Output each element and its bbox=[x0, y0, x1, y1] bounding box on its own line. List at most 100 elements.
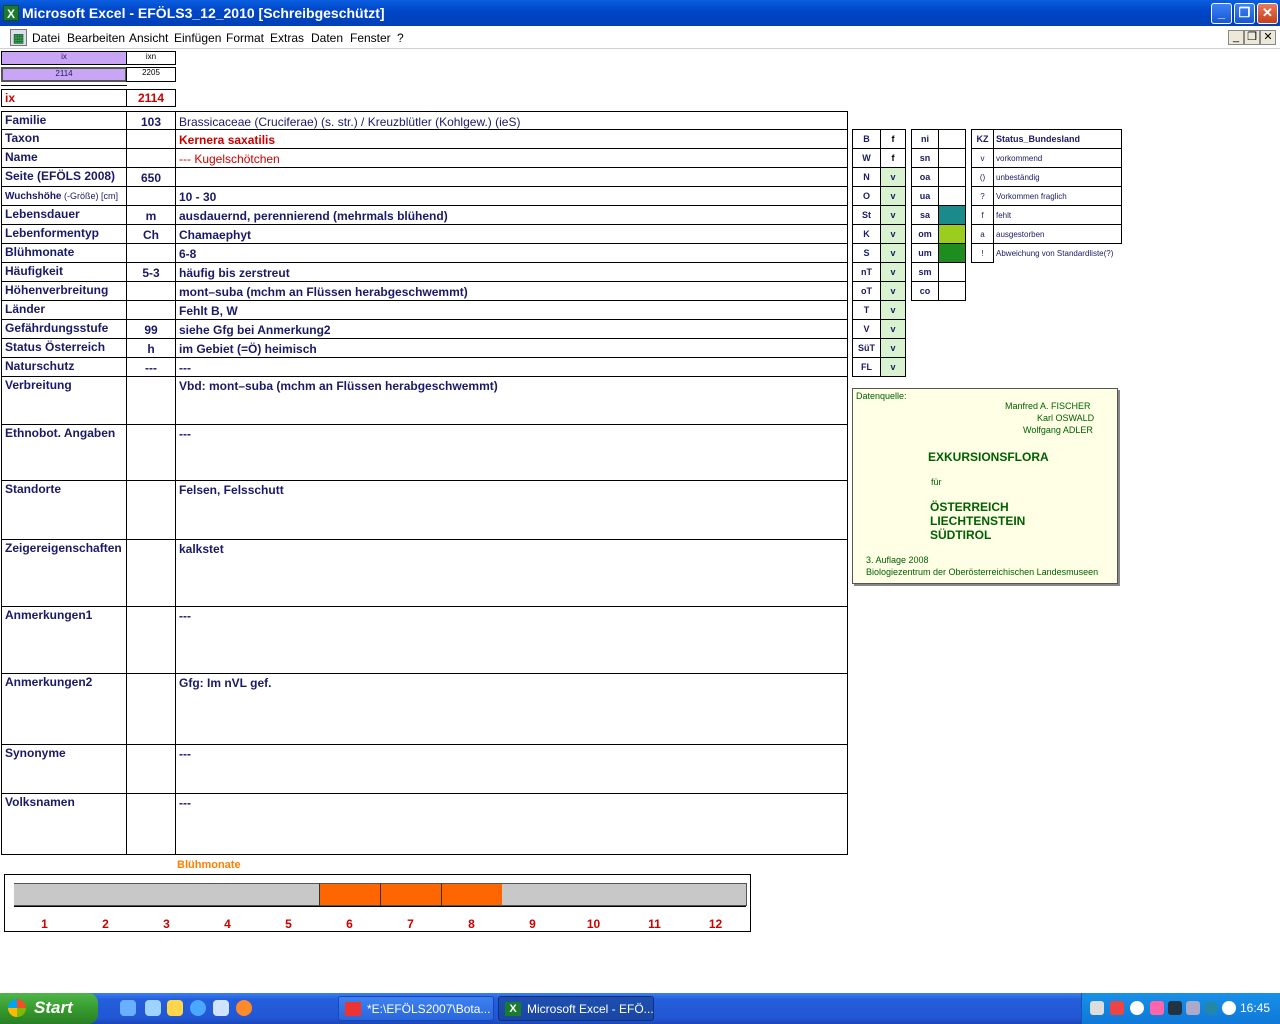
doc-minimize-button[interactable]: _ bbox=[1228, 30, 1244, 45]
menu-einfuegen[interactable]: Einfügen bbox=[174, 31, 221, 45]
row-label[interactable]: Naturschutz bbox=[1, 357, 127, 377]
bundesland-status[interactable]: v bbox=[880, 186, 906, 206]
bundesland-status[interactable]: v bbox=[880, 338, 906, 358]
row-value[interactable]: ausdauernd, perennierend (mehrmals blühe… bbox=[175, 205, 848, 225]
row-value[interactable]: --- bbox=[175, 606, 848, 674]
menu-daten[interactable]: Daten bbox=[311, 31, 343, 45]
bundesland-code[interactable]: N bbox=[852, 167, 881, 187]
doc-restore-button[interactable]: ❐ bbox=[1244, 30, 1260, 45]
close-button[interactable]: ✕ bbox=[1257, 3, 1278, 24]
hoehenstufe-code[interactable]: sa bbox=[911, 205, 939, 225]
bundesland-status[interactable]: v bbox=[880, 224, 906, 244]
outlook-icon[interactable] bbox=[145, 1000, 161, 1016]
hoehenstufe-code[interactable]: sn bbox=[911, 148, 939, 168]
document-icon[interactable]: ▦ bbox=[10, 29, 27, 46]
row-code[interactable] bbox=[126, 148, 176, 168]
start-button[interactable]: Start bbox=[0, 993, 98, 1024]
media-player-icon[interactable] bbox=[167, 1000, 183, 1016]
row-code[interactable] bbox=[126, 673, 176, 745]
hoehenstufe-color[interactable] bbox=[938, 186, 966, 206]
row-code[interactable] bbox=[126, 376, 176, 425]
row-value[interactable]: Felsen, Felsschutt bbox=[175, 480, 848, 540]
hoehenstufe-color[interactable] bbox=[938, 148, 966, 168]
row-code[interactable]: 99 bbox=[126, 319, 176, 339]
row-value[interactable]: Chamaephyt bbox=[175, 224, 848, 244]
hoehenstufe-code[interactable]: um bbox=[911, 243, 939, 263]
bundesland-status[interactable]: v bbox=[880, 243, 906, 263]
bundesland-code[interactable]: O bbox=[852, 186, 881, 206]
row-code[interactable] bbox=[126, 606, 176, 674]
row-label[interactable]: Wuchshöhe (-Größe) [cm] bbox=[1, 186, 127, 206]
bundesland-status[interactable]: v bbox=[880, 262, 906, 282]
excel-icon[interactable]: X bbox=[3, 5, 19, 21]
bundesland-status[interactable]: v bbox=[880, 167, 906, 187]
row-value[interactable]: --- Kugelschötchen bbox=[175, 148, 848, 168]
row-value[interactable]: im Gebiet (=Ö) heimisch bbox=[175, 338, 848, 358]
row-code[interactable] bbox=[126, 281, 176, 301]
search-icon[interactable] bbox=[1130, 1001, 1144, 1015]
hoehenstufe-color[interactable] bbox=[938, 281, 966, 301]
task-excel[interactable]: X Microsoft Excel - EFÖ... bbox=[498, 996, 654, 1021]
row-code[interactable] bbox=[126, 480, 176, 540]
hoehenstufe-code[interactable]: sm bbox=[911, 262, 939, 282]
row-label[interactable]: Höhenverbreitung bbox=[1, 281, 127, 301]
row-label[interactable]: Taxon bbox=[1, 129, 127, 149]
row-value[interactable]: --- bbox=[175, 357, 848, 377]
row-label[interactable]: Länder bbox=[1, 300, 127, 320]
firefox-icon[interactable] bbox=[236, 1000, 252, 1016]
menu-datei[interactable]: Datei bbox=[32, 31, 60, 45]
hoehenstufe-code[interactable]: ni bbox=[911, 129, 939, 149]
row-value[interactable]: häufig bis zerstreut bbox=[175, 262, 848, 282]
row-code[interactable]: m bbox=[126, 205, 176, 225]
ixn-header-cell[interactable]: ixn bbox=[126, 51, 176, 65]
menu-help[interactable]: ? bbox=[397, 31, 404, 45]
row-value[interactable]: --- bbox=[175, 744, 848, 794]
row-code[interactable]: 5-3 bbox=[126, 262, 176, 282]
row-code[interactable] bbox=[126, 243, 176, 263]
row-code[interactable]: 103 bbox=[126, 111, 176, 130]
row-label[interactable]: Zeigereigenschaften bbox=[1, 539, 127, 607]
bundesland-code[interactable]: V bbox=[852, 319, 881, 339]
row-value[interactable]: Gfg: Im nVL gef. bbox=[175, 673, 848, 745]
menu-fenster[interactable]: Fenster bbox=[350, 31, 391, 45]
doc-close-button[interactable]: ✕ bbox=[1260, 30, 1276, 45]
bundesland-code[interactable]: FL bbox=[852, 357, 881, 377]
row-code[interactable] bbox=[126, 539, 176, 607]
bundesland-code[interactable]: K bbox=[852, 224, 881, 244]
menu-format[interactable]: Format bbox=[226, 31, 264, 45]
bundesland-status[interactable]: f bbox=[880, 129, 906, 149]
row-value[interactable]: 6-8 bbox=[175, 243, 848, 263]
row-code[interactable] bbox=[126, 186, 176, 206]
bundesland-code[interactable]: oT bbox=[852, 281, 881, 301]
hoehenstufe-code[interactable]: om bbox=[911, 224, 939, 244]
row-value[interactable]: --- bbox=[175, 793, 848, 855]
row-value[interactable]: Fehlt B, W bbox=[175, 300, 848, 320]
row-code[interactable] bbox=[126, 744, 176, 794]
row-label[interactable]: Name bbox=[1, 148, 127, 168]
bundesland-code[interactable]: SüT bbox=[852, 338, 881, 358]
bundesland-status[interactable]: v bbox=[880, 281, 906, 301]
bundesland-code[interactable]: S bbox=[852, 243, 881, 263]
hoehenstufe-color[interactable] bbox=[938, 167, 966, 187]
info-icon[interactable] bbox=[1204, 1001, 1218, 1015]
row-label[interactable]: Synonyme bbox=[1, 744, 127, 794]
row-code[interactable] bbox=[126, 424, 176, 481]
ix-header-cell[interactable]: ix bbox=[1, 51, 127, 65]
row-label[interactable]: Blühmonate bbox=[1, 243, 127, 263]
row-code[interactable] bbox=[126, 793, 176, 855]
row-value[interactable]: Brassicaceae (Cruciferae) (s. str.) / Kr… bbox=[175, 111, 848, 130]
row-label[interactable]: Häufigkeit bbox=[1, 262, 127, 282]
minimize-button[interactable]: _ bbox=[1211, 3, 1232, 24]
row-label[interactable]: Verbreitung bbox=[1, 376, 127, 425]
menu-extras[interactable]: Extras bbox=[270, 31, 304, 45]
shield-icon[interactable] bbox=[1168, 1001, 1182, 1015]
network-icon[interactable] bbox=[1090, 1001, 1104, 1015]
row-label[interactable]: Lebensdauer bbox=[1, 205, 127, 225]
bundesland-code[interactable]: W bbox=[852, 148, 881, 168]
hoehenstufe-color[interactable] bbox=[938, 243, 966, 263]
row-label[interactable]: Gefährdungsstufe bbox=[1, 319, 127, 339]
row-code[interactable] bbox=[126, 300, 176, 320]
ix-number-cell[interactable]: 2114 bbox=[126, 89, 176, 107]
hoehenstufe-color[interactable] bbox=[938, 224, 966, 244]
internet-explorer-icon[interactable] bbox=[190, 1000, 206, 1016]
